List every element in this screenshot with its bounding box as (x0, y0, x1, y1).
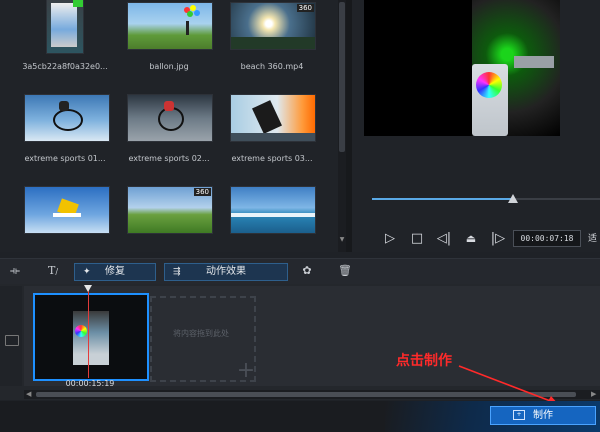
make-button-label: 制作 (533, 410, 553, 421)
effects-icon[interactable]: ✿ (298, 262, 316, 280)
seek-handle[interactable] (508, 194, 518, 203)
media-thumbnail[interactable] (230, 94, 316, 142)
stop-icon[interactable]: □ (408, 229, 426, 247)
360-badge: 360 (296, 4, 314, 12)
play-icon[interactable]: ▷ (381, 229, 399, 247)
scroll-down-icon[interactable]: ▼ (339, 236, 345, 243)
media-thumbnail[interactable] (230, 186, 316, 234)
text-tool-icon[interactable]: T/ (44, 262, 62, 280)
media-thumbnail[interactable] (127, 94, 213, 142)
media-label: extreme sports 01... (24, 154, 106, 163)
timecode-display[interactable]: 00:00:07:18 (513, 230, 581, 247)
drop-zone-hint: 将内容拖到此处 (173, 329, 229, 338)
playhead-line[interactable] (88, 286, 89, 378)
media-label: beach 360.mp4 (240, 62, 304, 71)
timeline-clip[interactable] (33, 293, 149, 381)
360-badge: 360 (193, 188, 211, 196)
media-thumbnail[interactable]: 360 (127, 186, 213, 234)
library-scrollbar-thumb[interactable] (339, 2, 345, 152)
media-thumbnail[interactable]: 360 (230, 2, 316, 50)
scroll-right-icon[interactable]: ▶ (591, 390, 596, 398)
media-label: extreme sports 02... (128, 154, 210, 163)
media-library-panel: 3a5cb22a8f0a32e0... ballon.jpg 360 beach… (0, 0, 346, 252)
media-thumbnail[interactable] (24, 186, 110, 234)
fit-button[interactable]: 适 (588, 231, 597, 244)
scroll-left-icon[interactable]: ◀ (26, 390, 31, 398)
motion-effect-label: 动作效果 (206, 266, 246, 277)
make-button[interactable]: + 制作 (490, 406, 596, 425)
media-label: extreme sports 03... (231, 154, 313, 163)
panel-splitter[interactable] (346, 0, 352, 252)
fix-button-label: 修复 (105, 266, 125, 277)
seek-bar-progress (372, 198, 512, 200)
annotation-text: 点击制作 (396, 353, 452, 369)
motion-effect-button[interactable]: ⇶ 动作效果 (164, 263, 288, 281)
previous-frame-icon[interactable]: ◁| (435, 229, 453, 247)
media-thumbnail[interactable] (127, 2, 213, 50)
fix-button[interactable]: ✦ 修复 (74, 263, 156, 281)
video-track-icon (5, 335, 19, 346)
add-icon[interactable]: + (236, 360, 256, 382)
media-label: 3a5cb22a8f0a32e0... (22, 62, 108, 71)
split-icon[interactable]: ⟛ (6, 262, 24, 280)
media-thumbnail[interactable] (24, 94, 110, 142)
media-thumbnail[interactable] (46, 0, 84, 54)
video-preview (364, 0, 560, 136)
clip-duration: 00:00:15:19 (65, 379, 115, 388)
playhead-marker[interactable] (84, 285, 92, 292)
media-label: ballon.jpg (149, 62, 189, 71)
snapshot-icon[interactable]: ⏏ (462, 229, 480, 247)
delete-icon[interactable]: 🗑 (336, 262, 354, 280)
next-frame-icon[interactable]: |▷ (489, 229, 507, 247)
